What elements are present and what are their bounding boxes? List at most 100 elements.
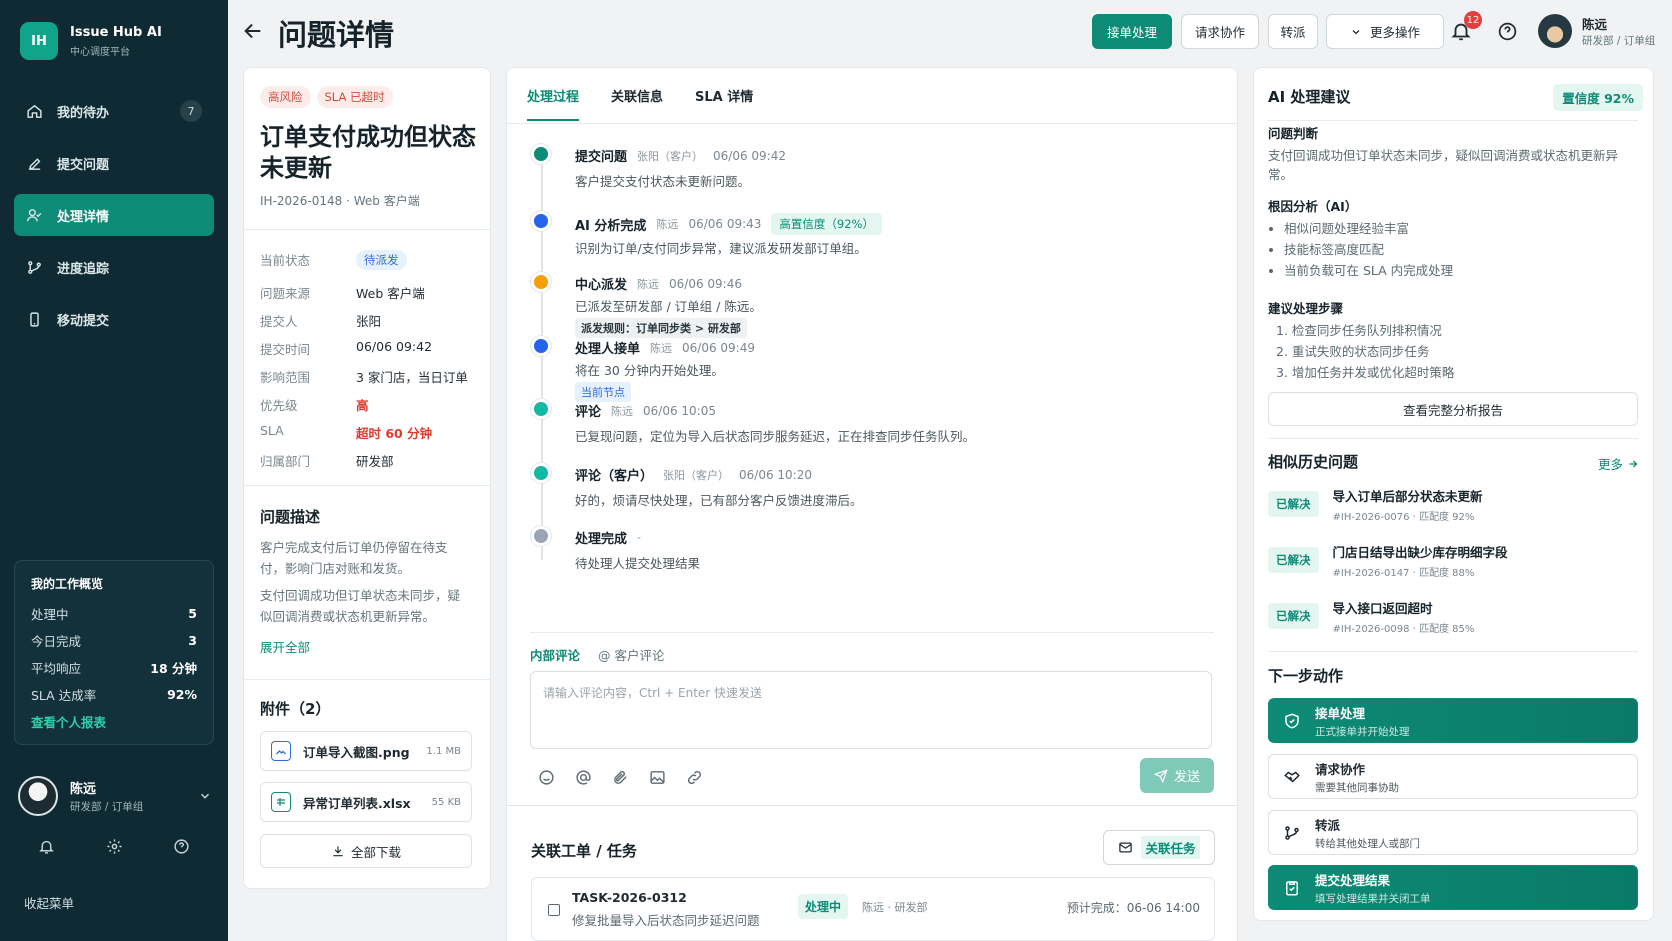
link-task-button[interactable]: 关联任务: [1103, 830, 1215, 865]
ai-suggestion-title: AI 处理建议: [1268, 88, 1351, 106]
work-stat-row: 处理中 5: [31, 600, 197, 627]
tab-process[interactable]: 处理过程: [527, 86, 580, 121]
clipboard-check-icon: [1286, 880, 1298, 895]
history-item-title: 导入订单后部分状态未更新: [1332, 488, 1483, 504]
timeline-time: 06/06 09:46: [669, 276, 742, 291]
stat-label: 平均响应: [31, 661, 82, 676]
tab-related-info[interactable]: 关联信息: [611, 86, 663, 121]
status-badge: 待派发: [356, 250, 407, 270]
timeline-head: AI 分析完成 陈远 06/06 09:43 高置信度（92%）: [575, 213, 882, 235]
mail-icon: [1119, 842, 1133, 853]
transfer-button[interactable]: 转派: [1268, 14, 1318, 49]
steps-list: 1. 检查同步任务队列排积情况 2. 重试失败的状态同步任务 3. 增加任务并发或优…: [1276, 320, 1454, 383]
notification-count-badge: 12: [1464, 11, 1482, 29]
attachment-item[interactable]: 订单导入截图.png 1.1 MB: [260, 731, 472, 771]
resolved-badge: 已解决: [1268, 603, 1319, 629]
sidebar-item-mobile[interactable]: 移动提交: [14, 298, 214, 340]
tab-sla-detail[interactable]: SLA 详情: [695, 86, 753, 121]
timeline-head: 评论 陈远 06/06 10:05: [575, 401, 716, 421]
timeline-text: 识别为订单/支付同步异常，建议派发研发部订单组。: [575, 241, 867, 256]
stat-label: 今日完成: [31, 634, 82, 649]
action-accept-button[interactable]: 接单处理 正式接单并开始处理: [1268, 698, 1638, 743]
timeline-time: 06/06 09:43: [688, 217, 762, 231]
prop-source: 问题来源 Web 客户端: [260, 283, 468, 302]
accept-button[interactable]: 接单处理: [1092, 14, 1172, 49]
action-submit-result-button[interactable]: 提交处理结果 填写处理结果并关闭工单: [1268, 865, 1638, 910]
gear-icon[interactable]: [106, 838, 123, 855]
sidebar-item-submit[interactable]: 提交问题: [14, 142, 214, 184]
history-item[interactable]: 已解决 门店日结导出缺少库存明细字段 #IH-2026-0147 · 匹配度 88%: [1268, 538, 1638, 582]
collapse-menu-button[interactable]: 收起菜单: [24, 893, 74, 912]
task-status-badge: 处理中: [798, 894, 849, 919]
action-transfer-button[interactable]: 转派 转给其他处理人或部门: [1268, 810, 1638, 855]
timeline-head: 中心派发 陈远 06/06 09:46: [575, 274, 742, 294]
history-item[interactable]: 已解决 导入订单后部分状态未更新 #IH-2026-0076 · 匹配度 92%: [1268, 482, 1638, 526]
request-collab-button[interactable]: 请求协作: [1181, 14, 1259, 49]
branch-icon: [1285, 825, 1299, 840]
task-row[interactable]: TASK-2026-0312 修复批量导入后状态同步延迟问题 处理中 陈远 · …: [531, 877, 1215, 941]
task-checkbox[interactable]: [548, 904, 560, 916]
help-icon[interactable]: [173, 838, 190, 855]
bell-icon[interactable]: [38, 838, 55, 855]
avatar: [18, 776, 58, 816]
chevron-down-icon: [1352, 29, 1360, 34]
list-item: 当前负载可在 SLA 内完成处理: [1284, 260, 1453, 281]
more-actions-button[interactable]: 更多操作: [1326, 14, 1444, 49]
history-item[interactable]: 已解决 导入接口返回超时 #IH-2026-0098 · 匹配度 85%: [1268, 594, 1638, 638]
user-menu[interactable]: 陈远 研发部 / 订单组: [18, 776, 212, 816]
sidebar-item-todo[interactable]: 我的待办 7: [14, 90, 214, 132]
timeline-dot: [531, 399, 551, 419]
timeline-title: 评论: [575, 405, 602, 420]
prop-value: Web 客户端: [356, 286, 425, 301]
timeline-title: AI 分析完成: [575, 218, 647, 234]
timeline-actor: 张阳（客户）: [663, 468, 730, 482]
timeline-head: 评论（客户） 张阳（客户） 06/06 10:20: [575, 465, 812, 485]
user-dept: 研发部 / 订单组: [70, 801, 144, 813]
brand[interactable]: IH Issue Hub AI 中心调度平台: [20, 22, 162, 60]
history-more-link[interactable]: 更多: [1598, 454, 1639, 473]
list-item: 2. 重试失败的状态同步任务: [1276, 344, 1430, 359]
timeline-title: 评论（客户）: [575, 469, 654, 484]
user-name: 陈远: [1582, 17, 1608, 32]
spreadsheet-file-icon: [271, 792, 291, 812]
sidebar-item-progress[interactable]: 进度追踪: [14, 246, 214, 288]
personal-report-link[interactable]: 查看个人报表: [31, 712, 197, 731]
back-arrow-icon[interactable]: [242, 20, 264, 42]
timeline-dot: [531, 526, 551, 546]
timeline-time: 06/06 10:20: [739, 467, 812, 482]
prop-submit-time: 提交时间 06/06 09:42: [260, 339, 468, 358]
list-item: 1. 检查同步任务队列排积情况: [1276, 323, 1442, 338]
sidebar-item-label: 进度追踪: [57, 261, 110, 277]
attachment-size: 55 KB: [431, 796, 461, 808]
sidebar-item-detail[interactable]: 处理详情: [14, 194, 214, 236]
stat-value: 18 分钟: [150, 661, 197, 676]
full-report-button[interactable]: 查看完整分析报告: [1268, 392, 1638, 426]
work-overview-title: 我的工作概览: [31, 577, 104, 591]
work-stat-row: 平均响应 18 分钟: [31, 654, 197, 681]
timeline-title: 处理完成: [575, 532, 628, 547]
download-all-button[interactable]: 全部下载: [260, 834, 472, 868]
issue-title: 订单支付成功但状态未更新: [260, 123, 476, 182]
attachment-name: 异常订单列表.xlsx: [303, 795, 411, 811]
history-item-sub: #IH-2026-0076 · 匹配度 92%: [1332, 511, 1475, 523]
steps-group: 1. 检查同步任务队列排积情况 2. 重试失败的状态同步任务 3. 增加任务并发或优…: [1276, 320, 1454, 383]
expand-all-link[interactable]: 展开全部: [260, 637, 472, 656]
timeline-time: 06/06 09:49: [682, 340, 755, 355]
list-item: 3. 增加任务并发或优化超时策略: [1276, 365, 1455, 380]
prop-department: 归属部门 研发部: [260, 451, 468, 470]
history-item-title: 导入接口返回超时: [1332, 600, 1433, 616]
attachment-item[interactable]: 异常订单列表.xlsx 55 KB: [260, 782, 472, 822]
shield-check-icon: [1285, 712, 1299, 729]
history-item-sub: #IH-2026-0098 · 匹配度 85%: [1332, 623, 1475, 635]
related-tasks-title: 关联工单 / 任务: [531, 842, 637, 860]
top-user-menu[interactable]: 陈远 研发部 / 订单组: [1538, 14, 1655, 48]
action-collab-button[interactable]: 请求协作 需要其他同事协助: [1268, 754, 1638, 799]
attachment-name: 订单导入截图.png: [303, 744, 410, 760]
timeline-dot: [531, 144, 551, 164]
timeline-dot: [531, 336, 551, 356]
timeline-text: 已派发至研发部 / 订单组 / 陈远。: [575, 299, 762, 314]
action-title: 接单处理: [1315, 705, 1366, 721]
description-title: 问题描述: [260, 508, 321, 526]
sidebar-nav: 我的待办 7 提交问题 处理详情 进度追踪 移动提交: [14, 90, 214, 350]
help-icon[interactable]: [1497, 21, 1518, 42]
